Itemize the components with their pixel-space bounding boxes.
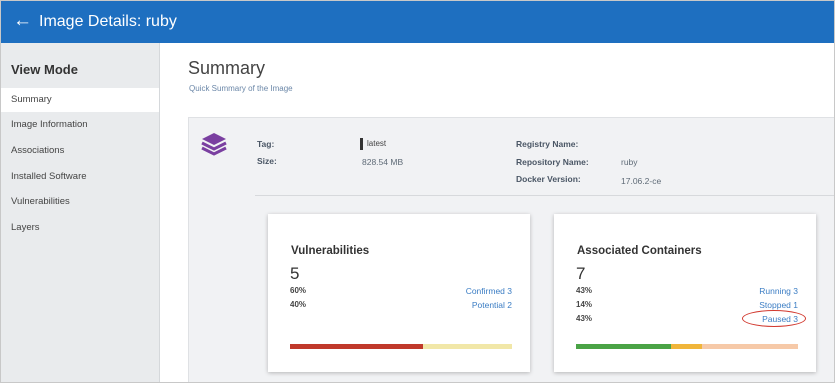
sidebar-item-associations[interactable]: Associations [1,139,159,163]
containers-stopped-pct: 14% [576,300,593,309]
vuln-confirmed-pct: 60% [290,286,307,295]
containers-stopped-link[interactable]: Stopped 1 [759,300,798,310]
sidebar-item-layers[interactable]: Layers [1,216,159,240]
header-bar: ← Image Details: ruby [1,1,834,43]
vulnerabilities-progress-bar [290,344,512,349]
sidebar-item-installed-software[interactable]: Installed Software [1,165,159,189]
page-title: Summary [188,58,266,78]
size-label: Size: [257,156,277,166]
vuln-potential-pct: 40% [290,300,307,309]
containers-count: 7 [576,264,586,283]
tag-value: latest [360,138,386,150]
docker-version-label: Docker Version: [516,174,581,184]
vulnerabilities-card-title: Vulnerabilities [291,245,370,257]
vulnerabilities-bar-segment-1 [423,344,512,349]
containers-progress-bar [576,344,798,349]
layers-icon [201,133,227,156]
repository-name-value: ruby [621,157,638,167]
app-window: ← Image Details: ruby View Mode Summary … [0,0,835,383]
associated-containers-card: Associated Containers 7 43% Running 3 14… [554,214,816,372]
summary-panel: Tag: latest Size: 828.54 MB Registry Nam… [188,117,834,382]
paused-highlight-ring [742,310,806,327]
containers-paused-pct: 43% [576,314,593,323]
containers-bar-segment-1 [671,344,702,349]
repository-name-label: Repository Name: [516,157,589,167]
vulnerabilities-bar-segment-0 [290,344,423,349]
containers-running-pct: 43% [576,286,593,295]
page-subtitle: Quick Summary of the Image [189,84,293,93]
tag-label: Tag: [257,139,275,149]
page-header-title: Image Details: ruby [39,13,177,30]
vuln-confirmed-link[interactable]: Confirmed 3 [466,286,512,296]
containers-card-title: Associated Containers [577,245,702,257]
registry-name-label: Registry Name: [516,139,579,149]
view-mode-title: View Mode [11,62,78,77]
vulnerabilities-count: 5 [290,264,300,283]
main-content: Summary Quick Summary of the Image Tag: … [160,43,834,382]
sidebar: View Mode Summary Image Information Asso… [1,43,160,382]
sidebar-item-vulnerabilities[interactable]: Vulnerabilities [1,190,159,214]
vulnerabilities-card: Vulnerabilities 5 60% Confirmed 3 40% Po… [268,214,530,372]
back-arrow-icon[interactable]: ← [13,10,32,32]
size-value: 828.54 MB [362,157,404,167]
vuln-potential-link[interactable]: Potential 2 [472,300,512,310]
containers-bar-segment-0 [576,344,671,349]
containers-running-link[interactable]: Running 3 [759,286,798,296]
sidebar-item-image-information[interactable]: Image Information [1,113,159,137]
containers-bar-segment-2 [702,344,798,349]
sidebar-item-summary[interactable]: Summary [1,88,159,112]
divider [255,195,834,196]
docker-version-value: 17.06.2-ce [621,176,662,186]
